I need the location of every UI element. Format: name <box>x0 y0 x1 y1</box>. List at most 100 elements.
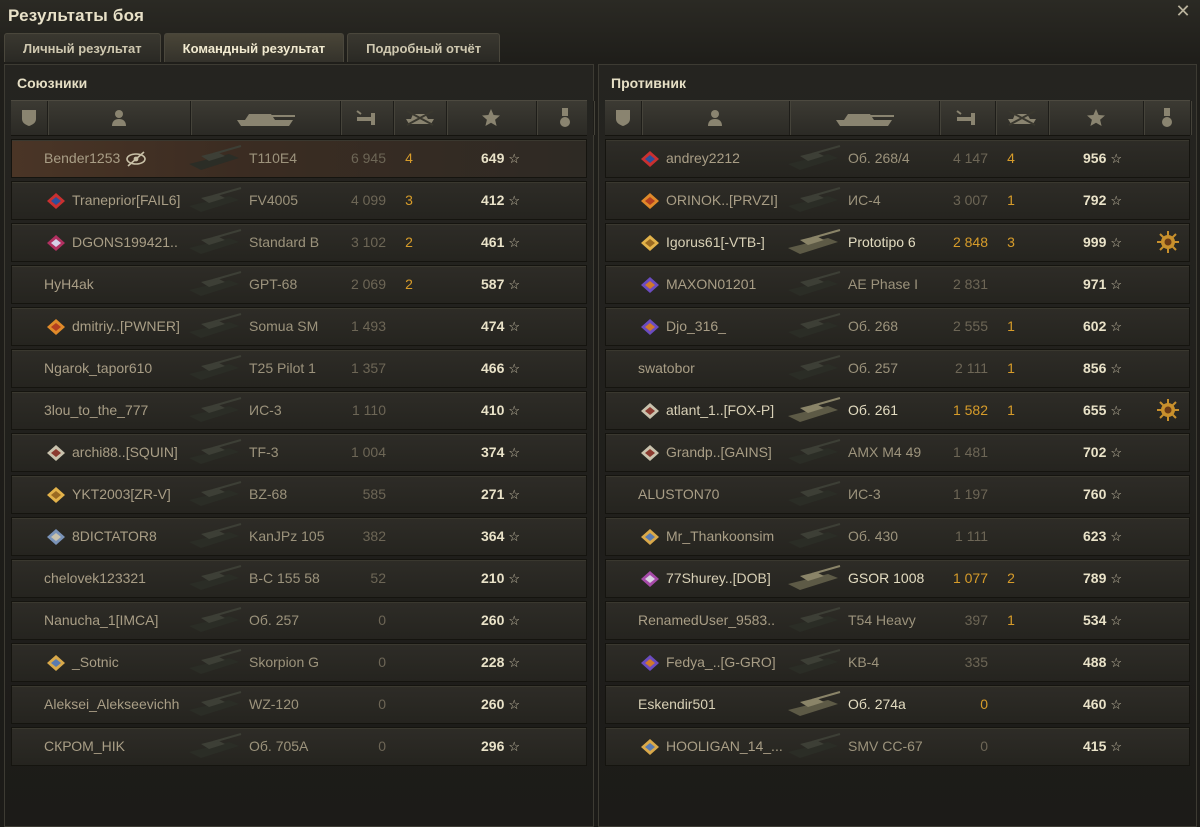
header-kills-icon[interactable] <box>393 101 447 135</box>
header-xp-star-icon[interactable] <box>446 101 537 135</box>
player-row[interactable]: Igorus61[-VTB-] Prototipo 6 2 848 3 999 ☆ <box>605 223 1190 262</box>
player-row[interactable]: Aleksei_Alekseevichh WZ-120 0 260 ☆ <box>11 685 587 724</box>
kills-value <box>394 518 424 555</box>
player-row[interactable]: Grandp..[GAINS] AMX M4 49 1 481 702 ☆ <box>605 433 1190 472</box>
vehicle-image <box>189 649 242 674</box>
medal-icon[interactable] <box>1156 398 1180 422</box>
header-tank-icon[interactable] <box>190 101 341 135</box>
player-row[interactable]: RenamedUser_9583.. T54 Heavy 397 1 534 ☆ <box>605 601 1190 640</box>
player-name: Aleksei_Alekseevichh <box>44 696 180 712</box>
player-row[interactable]: Eskendir501 Об. 274а 0 460 ☆ <box>605 685 1190 724</box>
clan-emblem-orange-icon <box>641 193 659 210</box>
kills-value <box>394 686 424 723</box>
player-row[interactable]: dmitriy..[PWNER] Somua SM 1 493 474 ☆ <box>11 307 587 346</box>
player-row[interactable]: _Sotnic Skorpion G 0 228 ☆ <box>11 643 587 682</box>
player-row[interactable]: andrey2212 Об. 268/4 4 147 4 956 ☆ <box>605 139 1190 178</box>
player-row[interactable]: DGONS199421.. Standard B 3 102 2 461 ☆ <box>11 223 587 262</box>
xp-cell: 789 ☆ <box>1083 560 1144 597</box>
player-row[interactable]: Bender1253 T110E4 6 945 4 649 ☆ <box>11 139 587 178</box>
player-row[interactable]: chelovek123321 B-C 155 58 52 210 ☆ <box>11 559 587 598</box>
header-medal-icon[interactable] <box>1143 101 1191 135</box>
player-name-cell: HyH4ak <box>44 266 189 303</box>
vehicle-image <box>788 145 841 170</box>
kills-value <box>394 644 424 681</box>
player-name: andrey2212 <box>666 150 740 166</box>
allies-table-header <box>11 100 594 136</box>
player-name-cell: Ngarok_tapor610 <box>44 350 189 387</box>
clan-emblem-purple-icon <box>641 655 659 672</box>
player-row[interactable]: ORINOK..[PRVZI] ИС-4 3 007 1 792 ☆ <box>605 181 1190 220</box>
vehicle-name: AE Phase I <box>848 276 919 292</box>
player-row[interactable]: MAXON01201 AE Phase I 2 831 971 ☆ <box>605 265 1190 304</box>
vehicle-image <box>189 145 242 170</box>
kills-value <box>394 728 424 765</box>
allies-title: Союзники <box>17 75 88 91</box>
tab-detailed-report[interactable]: Подробный отчёт <box>347 33 501 62</box>
kills-value: 4 <box>1007 150 1015 166</box>
xp-value: 655 <box>1083 402 1107 418</box>
player-name-cell: СКРОМ_НIK <box>44 728 189 765</box>
xp-star-icon <box>1086 109 1105 126</box>
header-xp-star-icon[interactable] <box>1048 101 1144 135</box>
player-name: Eskendir501 <box>638 696 716 712</box>
header-kills-icon[interactable] <box>995 101 1049 135</box>
clan-emblem-purple-icon <box>641 319 659 336</box>
xp-value: 602 <box>1083 318 1107 334</box>
player-row[interactable]: 8DICTATOR8 KanJPz 105 382 364 ☆ <box>11 517 587 556</box>
player-name: Ngarok_tapor610 <box>44 360 153 376</box>
header-tank-icon[interactable] <box>789 101 940 135</box>
xp-star-icon: ☆ <box>508 277 521 292</box>
player-name: Traneprior[FAIL6] <box>72 192 181 208</box>
header-clan-icon[interactable] <box>11 101 48 135</box>
player-row[interactable]: Nanucha_1[IMCA] Об. 257 0 260 ☆ <box>11 601 587 640</box>
player-row[interactable]: ALUSTON70 ИС-3 1 197 760 ☆ <box>605 475 1190 514</box>
player-row[interactable]: Djo_316_ Об. 268 2 555 1 602 ☆ <box>605 307 1190 346</box>
xp-star-icon: ☆ <box>508 193 521 208</box>
clan-emblem-diamond-icon <box>47 445 65 462</box>
player-row[interactable]: СКРОМ_НIK Об. 705А 0 296 ☆ <box>11 727 587 766</box>
kills-value <box>394 434 424 471</box>
header-player-icon[interactable] <box>641 101 790 135</box>
xp-cell: 415 ☆ <box>1083 728 1144 765</box>
kills-value: 4 <box>405 150 413 166</box>
tab-personal-result[interactable]: Личный результат <box>4 33 161 62</box>
clan-emblem-swords-icon <box>47 529 65 546</box>
player-row[interactable]: 3lou_to_the_777 ИС-3 1 110 410 ☆ <box>11 391 587 430</box>
vehicle-image <box>788 187 841 212</box>
player-name-cell: chelovek123321 <box>44 560 189 597</box>
close-icon[interactable]: ✕ <box>1174 2 1192 20</box>
xp-value: 999 <box>1083 234 1107 250</box>
eye-slash-icon <box>126 151 147 167</box>
kills-value <box>996 644 1026 681</box>
player-name: ORINOK..[PRVZI] <box>666 192 778 208</box>
xp-cell: 587 ☆ <box>481 266 537 303</box>
player-name: СКРОМ_НIK <box>44 738 125 754</box>
damage-value: 382 <box>362 528 386 544</box>
player-row[interactable]: atlant_1..[FOX-P] Об. 261 1 582 1 655 ☆ <box>605 391 1190 430</box>
header-damage-icon[interactable] <box>340 101 394 135</box>
clan-emblem-orange-icon <box>47 319 65 336</box>
player-name-cell: archi88..[SQUIN] <box>44 434 189 471</box>
player-row[interactable]: Ngarok_tapor610 T25 Pilot 1 1 357 466 ☆ <box>11 349 587 388</box>
player-row[interactable]: HyH4ak GPT-68 2 069 2 587 ☆ <box>11 265 587 304</box>
player-name: 8DICTATOR8 <box>72 528 157 544</box>
vehicle-image <box>189 313 242 338</box>
player-row[interactable]: Fedya_..[G-GRO] KB-4 335 488 ☆ <box>605 643 1190 682</box>
header-damage-icon[interactable] <box>939 101 996 135</box>
player-row[interactable]: HOOLIGAN_14_... SMV CC-67 0 415 ☆ <box>605 727 1190 766</box>
medal-icon[interactable] <box>1156 230 1180 254</box>
player-row[interactable]: swatobor Об. 257 2 111 1 856 ☆ <box>605 349 1190 388</box>
vehicle-image <box>189 439 242 464</box>
xp-cell: 999 ☆ <box>1083 224 1144 261</box>
player-row[interactable]: 77Shurey..[DOB] GSOR 1008 1 077 2 789 ☆ <box>605 559 1190 598</box>
header-medal-icon[interactable] <box>536 101 594 135</box>
header-player-icon[interactable] <box>47 101 191 135</box>
player-row[interactable]: Traneprior[FAIL6] FV4005 4 099 3 412 ☆ <box>11 181 587 220</box>
player-row[interactable]: Mr_Thankoonsim Об. 430 1 111 623 ☆ <box>605 517 1190 556</box>
player-row[interactable]: YKT2003[ZR-V] BZ-68 585 271 ☆ <box>11 475 587 514</box>
header-clan-icon[interactable] <box>605 101 642 135</box>
clan-emblem-diamond-icon <box>641 445 659 462</box>
tab-team-result[interactable]: Командный результат <box>163 33 345 62</box>
player-name: Mr_Thankoonsim <box>666 528 775 544</box>
player-row[interactable]: archi88..[SQUIN] TF-3 1 004 374 ☆ <box>11 433 587 472</box>
